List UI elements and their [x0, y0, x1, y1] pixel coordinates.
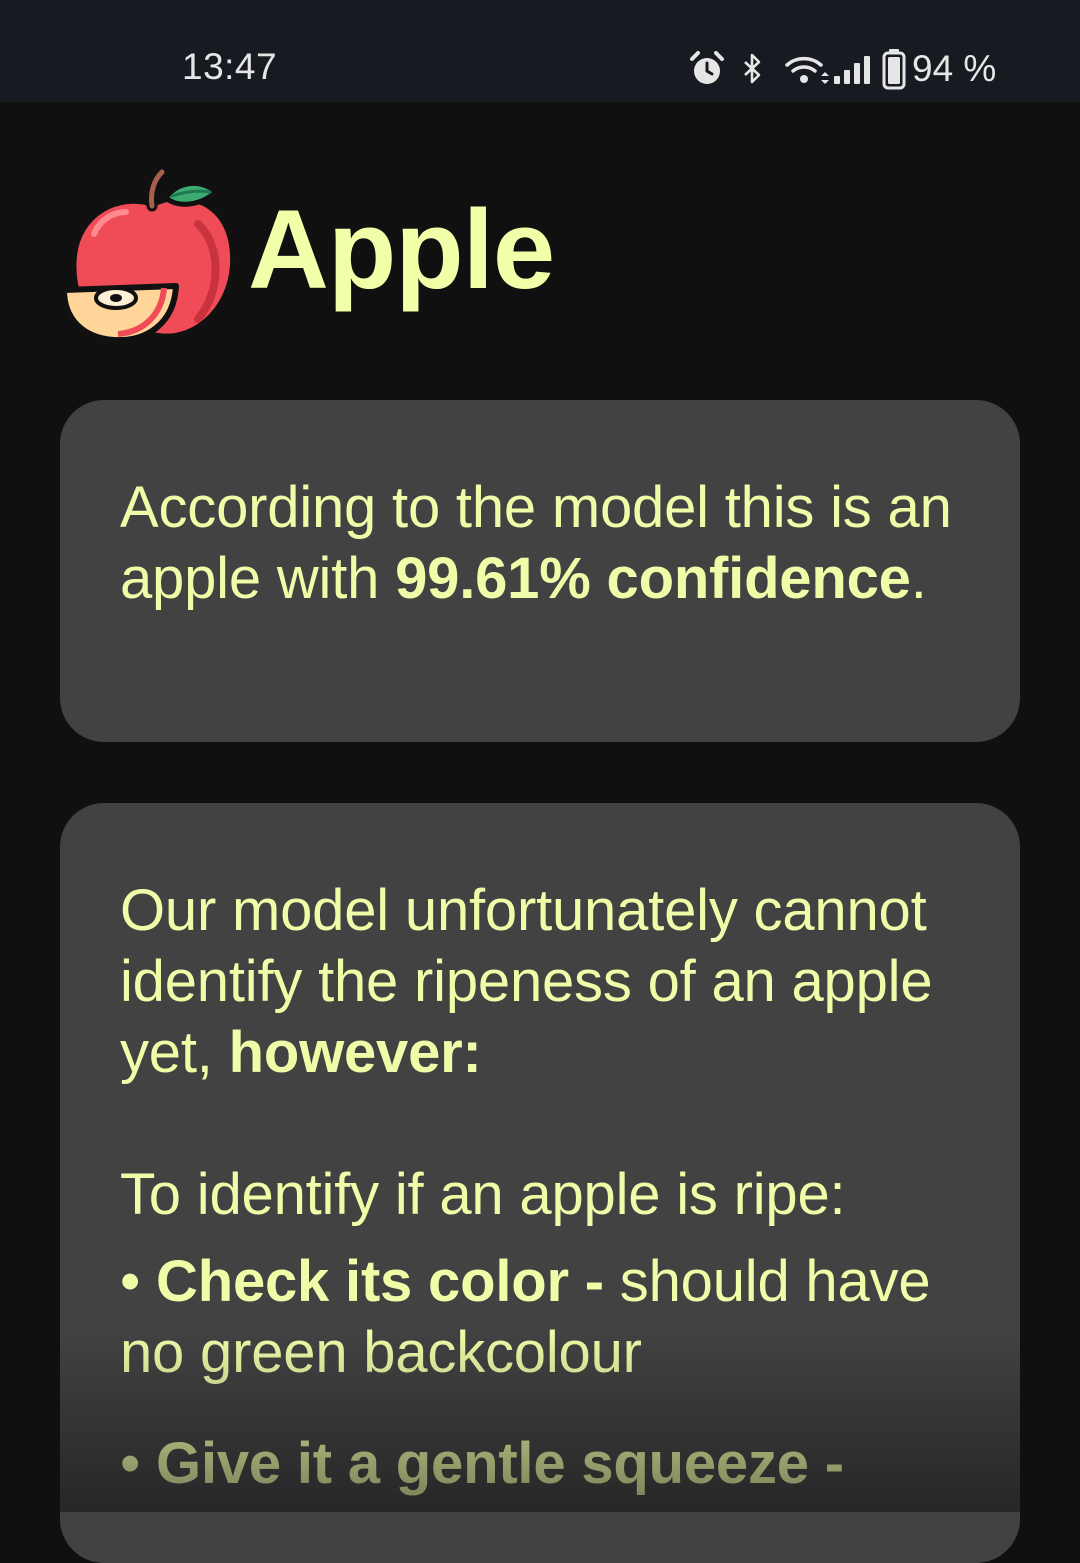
bullet-mark: •: [120, 1431, 157, 1496]
confidence-value: 99.61%: [395, 546, 591, 611]
status-icons: 94 %: [688, 46, 996, 92]
list-item: • Check its color - should have no green…: [120, 1246, 960, 1388]
list-item: • Give it a gentle squeeze -: [120, 1428, 960, 1499]
battery-icon: [882, 49, 906, 90]
tip-title: Check its color -: [156, 1249, 620, 1314]
however-label: however:: [228, 1020, 482, 1085]
ripeness-heading: To identify if an apple is ripe:: [120, 1162, 846, 1227]
wifi-icon: [785, 57, 829, 84]
bluetooth-icon: [744, 53, 761, 84]
page-title: Apple: [248, 186, 555, 312]
confidence-word: confidence: [606, 546, 911, 611]
apple-icon: [61, 166, 236, 344]
confidence-card: According to the model this is an apple …: [60, 400, 1020, 742]
status-bar: 13:47 94 %: [0, 0, 1080, 102]
battery-percentage: 94 %: [912, 48, 997, 89]
alarm-icon: [690, 51, 724, 84]
bullet-mark: •: [120, 1249, 157, 1314]
page-header: Apple: [58, 160, 555, 350]
ripeness-card: Our model unfortunately cannot identify …: [60, 803, 1020, 1563]
confidence-text-end: .: [910, 546, 927, 611]
tip-title: Give it a gentle squeeze -: [156, 1431, 844, 1496]
ripeness-intro: Our model unfortunately cannot identify …: [120, 875, 960, 1088]
status-time: 13:47: [182, 46, 278, 87]
signal-icon: [834, 56, 870, 84]
confidence-text: According to the model this is an apple …: [120, 472, 960, 614]
